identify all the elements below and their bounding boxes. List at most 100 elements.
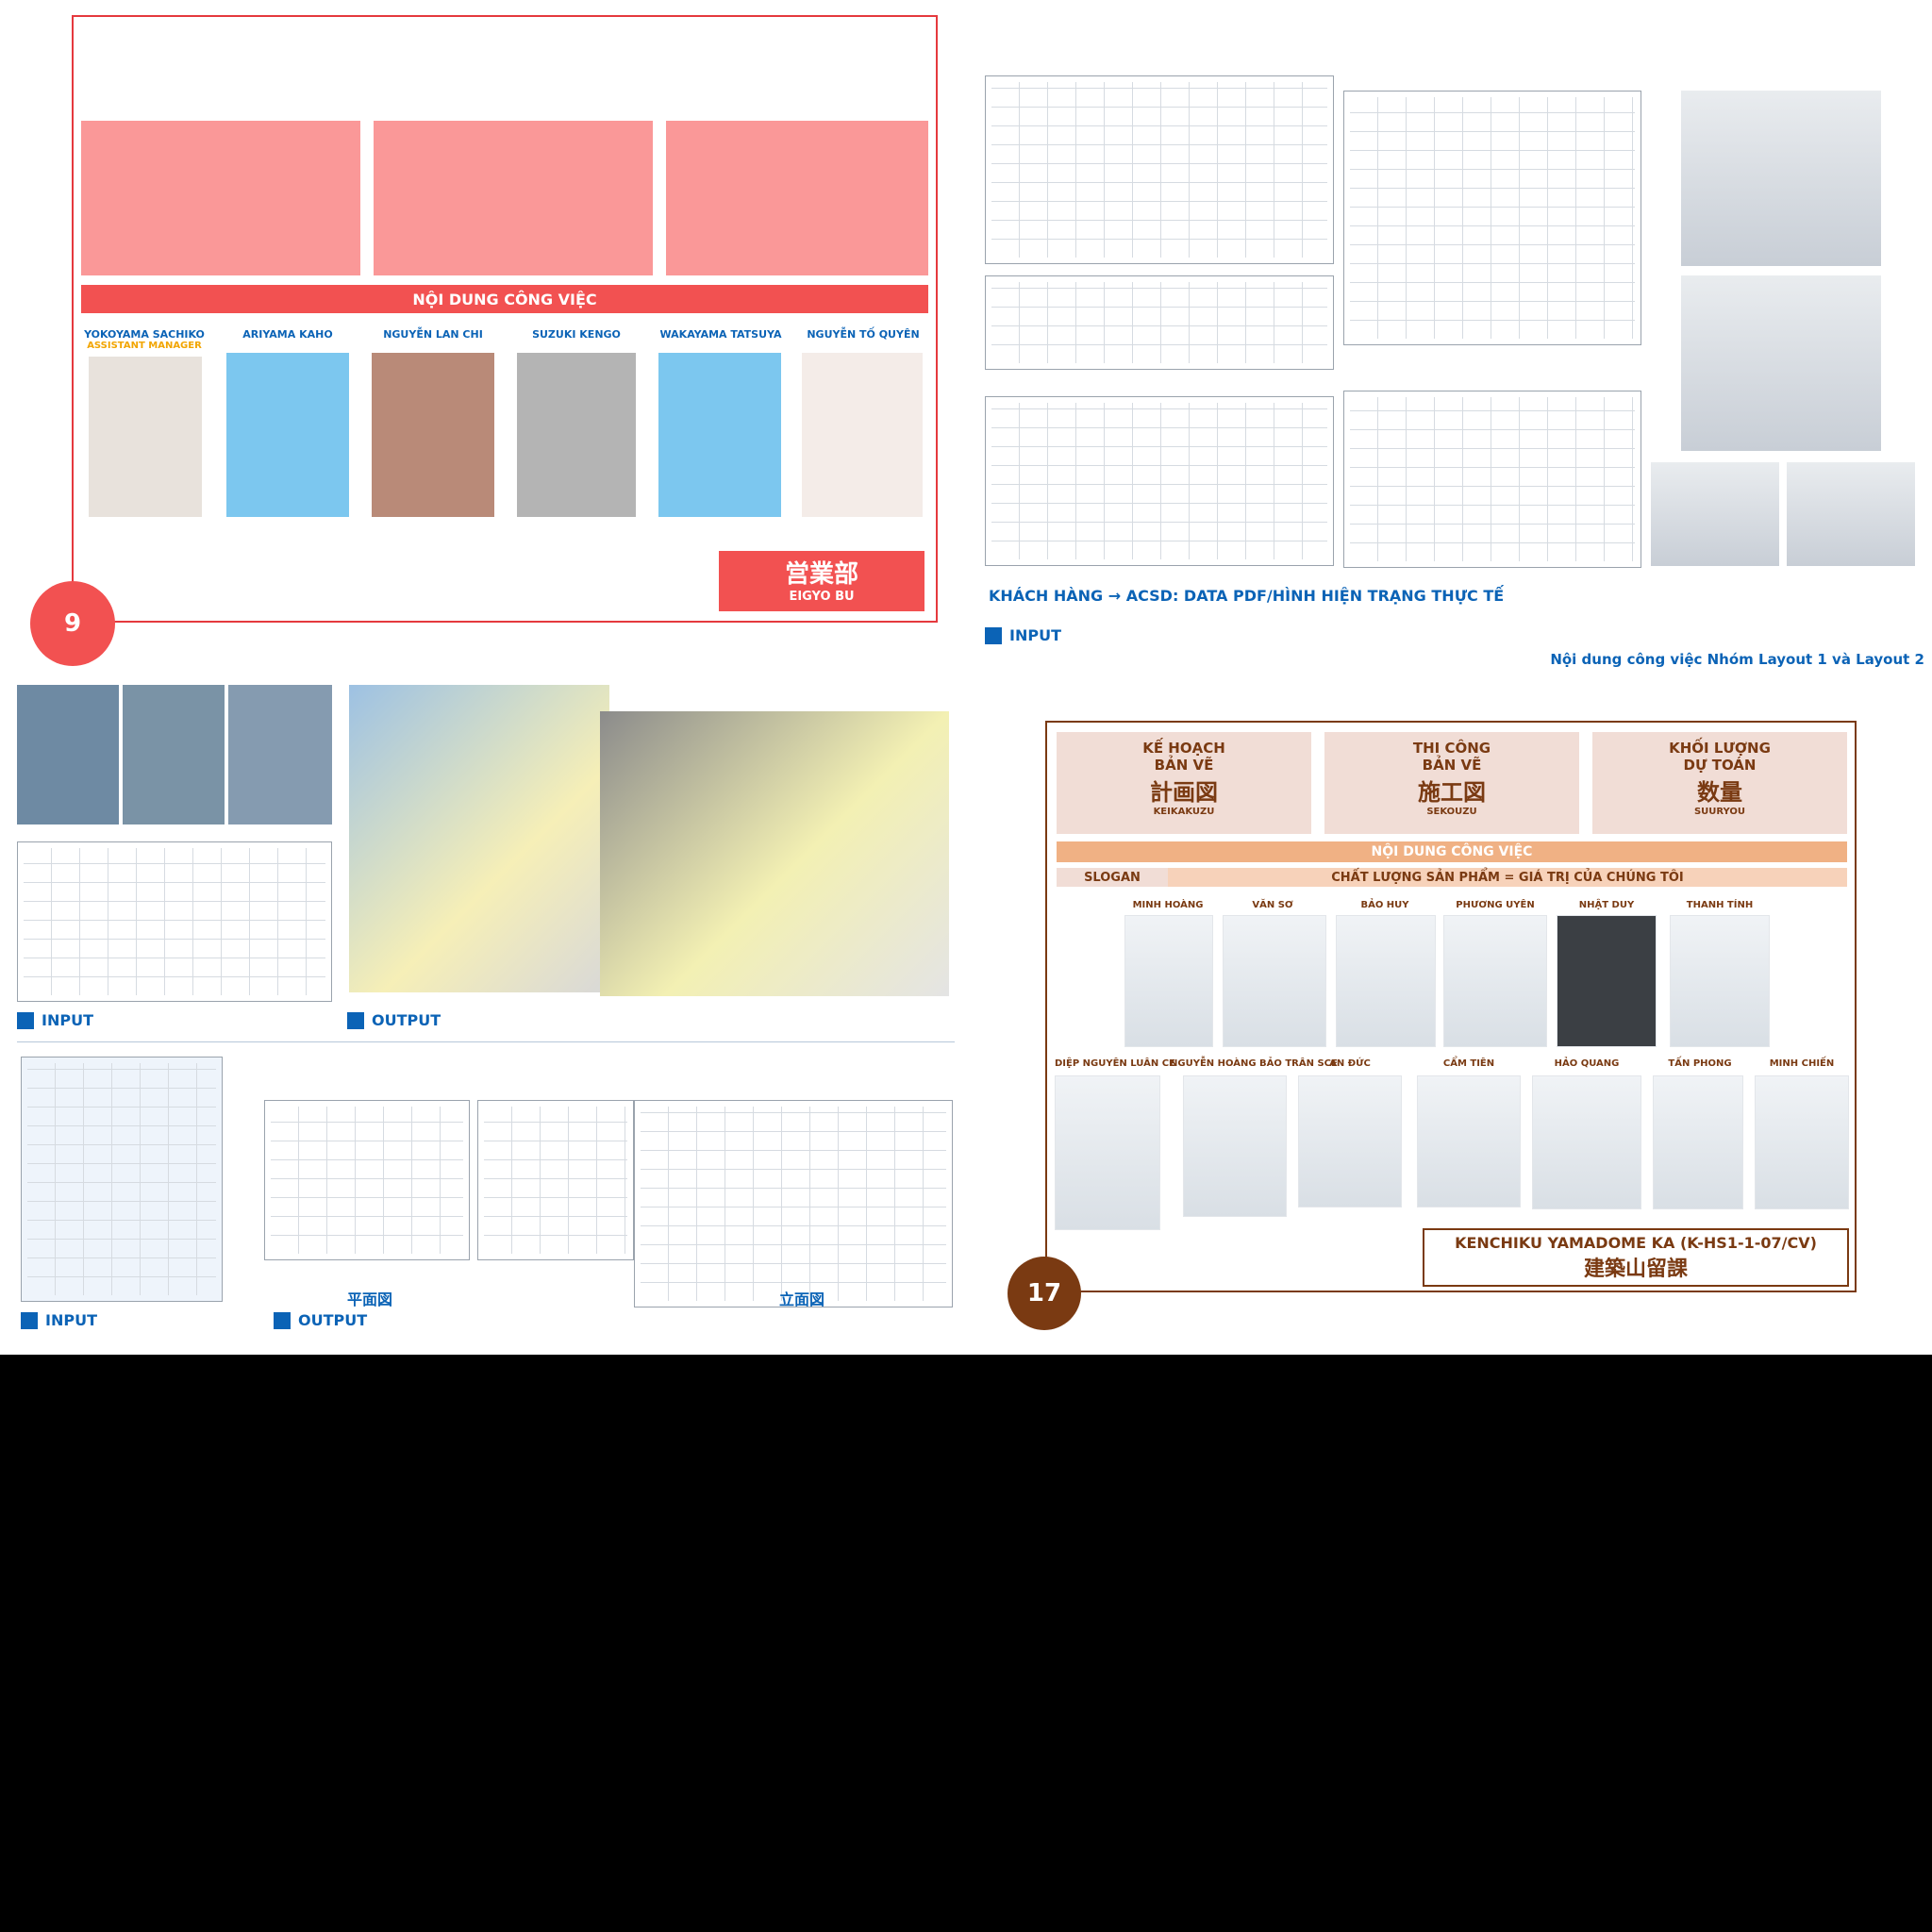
member-name: MINH CHIẾN	[1769, 1058, 1835, 1069]
panel-caption: KHÁCH HÀNG → ACSD: DATA PDF/HÌNH HIỆN TR…	[989, 587, 1505, 605]
input-label-text: INPUT	[1009, 626, 1061, 644]
category-jp: 計画図	[1150, 779, 1218, 806]
output-label-text: OUTPUT	[372, 1011, 441, 1029]
slogan-text: CHẤT LƯỢNG SẢN PHẨM = GIÁ TRỊ CỦA CHÚNG …	[1168, 868, 1847, 887]
member-card: SUZUKI KENGO	[517, 328, 636, 517]
team-name-jp: 建築山留課	[1583, 1257, 1688, 1281]
factory-photo	[228, 685, 332, 824]
member-name: NHẬT DUY	[1578, 900, 1635, 910]
handwritten-table	[1343, 91, 1641, 345]
square-icon	[274, 1311, 291, 1329]
3d-model-view	[349, 685, 609, 992]
collage-sheet: NỘI DUNG CÔNG VIỆC YOKOYAMA SACHIKO ASSI…	[0, 0, 1932, 1355]
member-photo	[1223, 915, 1326, 1047]
member-name: TẤN PHONG	[1668, 1058, 1732, 1069]
member-photo	[372, 353, 494, 517]
pink-box-2	[374, 121, 653, 275]
member-photo	[1336, 915, 1436, 1047]
input-label-text: INPUT	[45, 1311, 97, 1329]
member-photo	[1532, 1075, 1641, 1209]
3d-model-view	[600, 711, 949, 996]
member-name: NGUYỄN HOÀNG BẢO TRÂN SCE	[1170, 1058, 1338, 1069]
team-name-en: EIGYO BU	[789, 590, 855, 604]
member-name: MINH HOÀNG	[1132, 900, 1204, 910]
site-photo	[1651, 462, 1779, 566]
member-name: SUZUKI KENGO	[532, 328, 621, 341]
category-jp: 施工図	[1418, 779, 1486, 806]
member-photo	[1670, 915, 1770, 1047]
site-photo	[1681, 275, 1881, 451]
floor-plan-drawing	[985, 75, 1334, 264]
handwritten-table	[1343, 391, 1641, 568]
page-number-badge: 9	[30, 581, 115, 666]
category-romaji: SEKOUZU	[1426, 807, 1477, 817]
member-role: ASSISTANT MANAGER	[87, 341, 202, 351]
member-name: THANH TÍNH	[1686, 900, 1754, 910]
member-card: NGUYỄN LAN CHI	[372, 328, 494, 517]
team-label-box: 営業部 EIGYO BU	[719, 551, 924, 611]
square-icon	[21, 1311, 38, 1329]
pink-box-1	[81, 121, 360, 275]
member-card: YOKOYAMA SACHIKO ASSISTANT MANAGER	[83, 328, 206, 517]
member-photo	[658, 353, 781, 517]
member-card: NGUYỄN TỐ QUYÊN	[802, 328, 924, 517]
panel-layout-input: KHÁCH HÀNG → ACSD: DATA PDF/HÌNH HIỆN TR…	[985, 75, 1928, 660]
member-photo	[1443, 915, 1547, 1047]
member-photo	[1124, 915, 1213, 1047]
output-label-text: OUTPUT	[298, 1311, 368, 1329]
pink-box-3	[666, 121, 928, 275]
member-card: WAKAYAMA TATSUYA	[658, 328, 783, 517]
output-label-top: OUTPUT	[347, 1011, 441, 1029]
member-name: NGUYỄN LAN CHI	[383, 328, 483, 341]
team-name-en: KENCHIKU YAMADOME KA (K-HS1-1-07/CV)	[1455, 1234, 1817, 1252]
divider	[17, 1041, 955, 1042]
team-name-cn: 営業部	[784, 560, 858, 589]
panel-kenchiku: KẾ HOẠCH BẢN VẼ 計画図 KEIKAKUZU THI CÔNG B…	[1045, 721, 1857, 1292]
member-photo	[89, 357, 202, 517]
panel-title: Nội dung công việc Nhóm Layout 1 và Layo…	[1550, 651, 1924, 668]
member-name: CẨM TIÊN	[1442, 1058, 1495, 1069]
member-name: DIỆP NGUYÊN LUÂN CE	[1055, 1058, 1175, 1069]
member-photo	[1417, 1075, 1521, 1208]
category-card: THI CÔNG BẢN VẼ 施工図 SEKOUZU	[1324, 732, 1579, 834]
category-vn1: KẾ HOẠCH	[1142, 740, 1225, 757]
floor-plan-drawing	[985, 275, 1334, 370]
input-label: INPUT	[985, 626, 1061, 644]
panel-layout-output: INPUT OUTPUT 平面図 立面図 INPUT OUTPUT	[17, 685, 960, 1345]
member-photo	[802, 353, 923, 517]
page-number-badge: 17	[1008, 1257, 1081, 1330]
member-name: WAKAYAMA TATSUYA	[659, 328, 782, 341]
member-photo	[226, 353, 349, 517]
equipment-layout-drawing	[17, 841, 332, 1002]
square-icon	[347, 1011, 364, 1029]
factory-photo	[17, 685, 119, 824]
banner-noi-dung: NỘI DUNG CÔNG VIỆC	[81, 285, 928, 313]
member-name: HẢO QUANG	[1554, 1058, 1620, 1069]
category-vn2: BẢN VẼ	[1422, 757, 1482, 774]
category-vn1: KHỐI LƯỢNG	[1669, 740, 1771, 757]
category-romaji: KEIKAKUZU	[1153, 807, 1215, 817]
member-name: AN ĐỨC	[1329, 1058, 1371, 1069]
member-photo	[1653, 1075, 1743, 1209]
member-photo	[1557, 915, 1657, 1047]
category-vn2: BẢN VẼ	[1154, 757, 1214, 774]
input-label-text: INPUT	[42, 1011, 93, 1029]
grid-plan-drawing	[21, 1057, 223, 1302]
elevation-label: 立面図	[779, 1291, 825, 1308]
square-icon	[17, 1011, 34, 1029]
output-label-bottom: OUTPUT	[274, 1311, 367, 1329]
elevation-drawing	[634, 1100, 953, 1307]
plan-label: 平面図	[347, 1291, 393, 1308]
category-vn1: THI CÔNG	[1412, 740, 1491, 757]
site-photo	[1681, 91, 1881, 266]
category-card: KHỐI LƯỢNG DỰ TOÁN 数量 SUURYOU	[1592, 732, 1847, 834]
input-label-bottom: INPUT	[21, 1311, 97, 1329]
category-romaji: SUURYOU	[1693, 807, 1746, 817]
member-card: ARIYAMA KAHO	[226, 328, 349, 517]
category-jp: 数量	[1697, 779, 1742, 806]
slogan-label: SLOGAN	[1057, 868, 1168, 887]
floor-plan-drawing	[985, 396, 1334, 566]
section-drawing	[477, 1100, 634, 1260]
square-icon	[985, 626, 1002, 644]
plan-drawing	[264, 1100, 470, 1260]
